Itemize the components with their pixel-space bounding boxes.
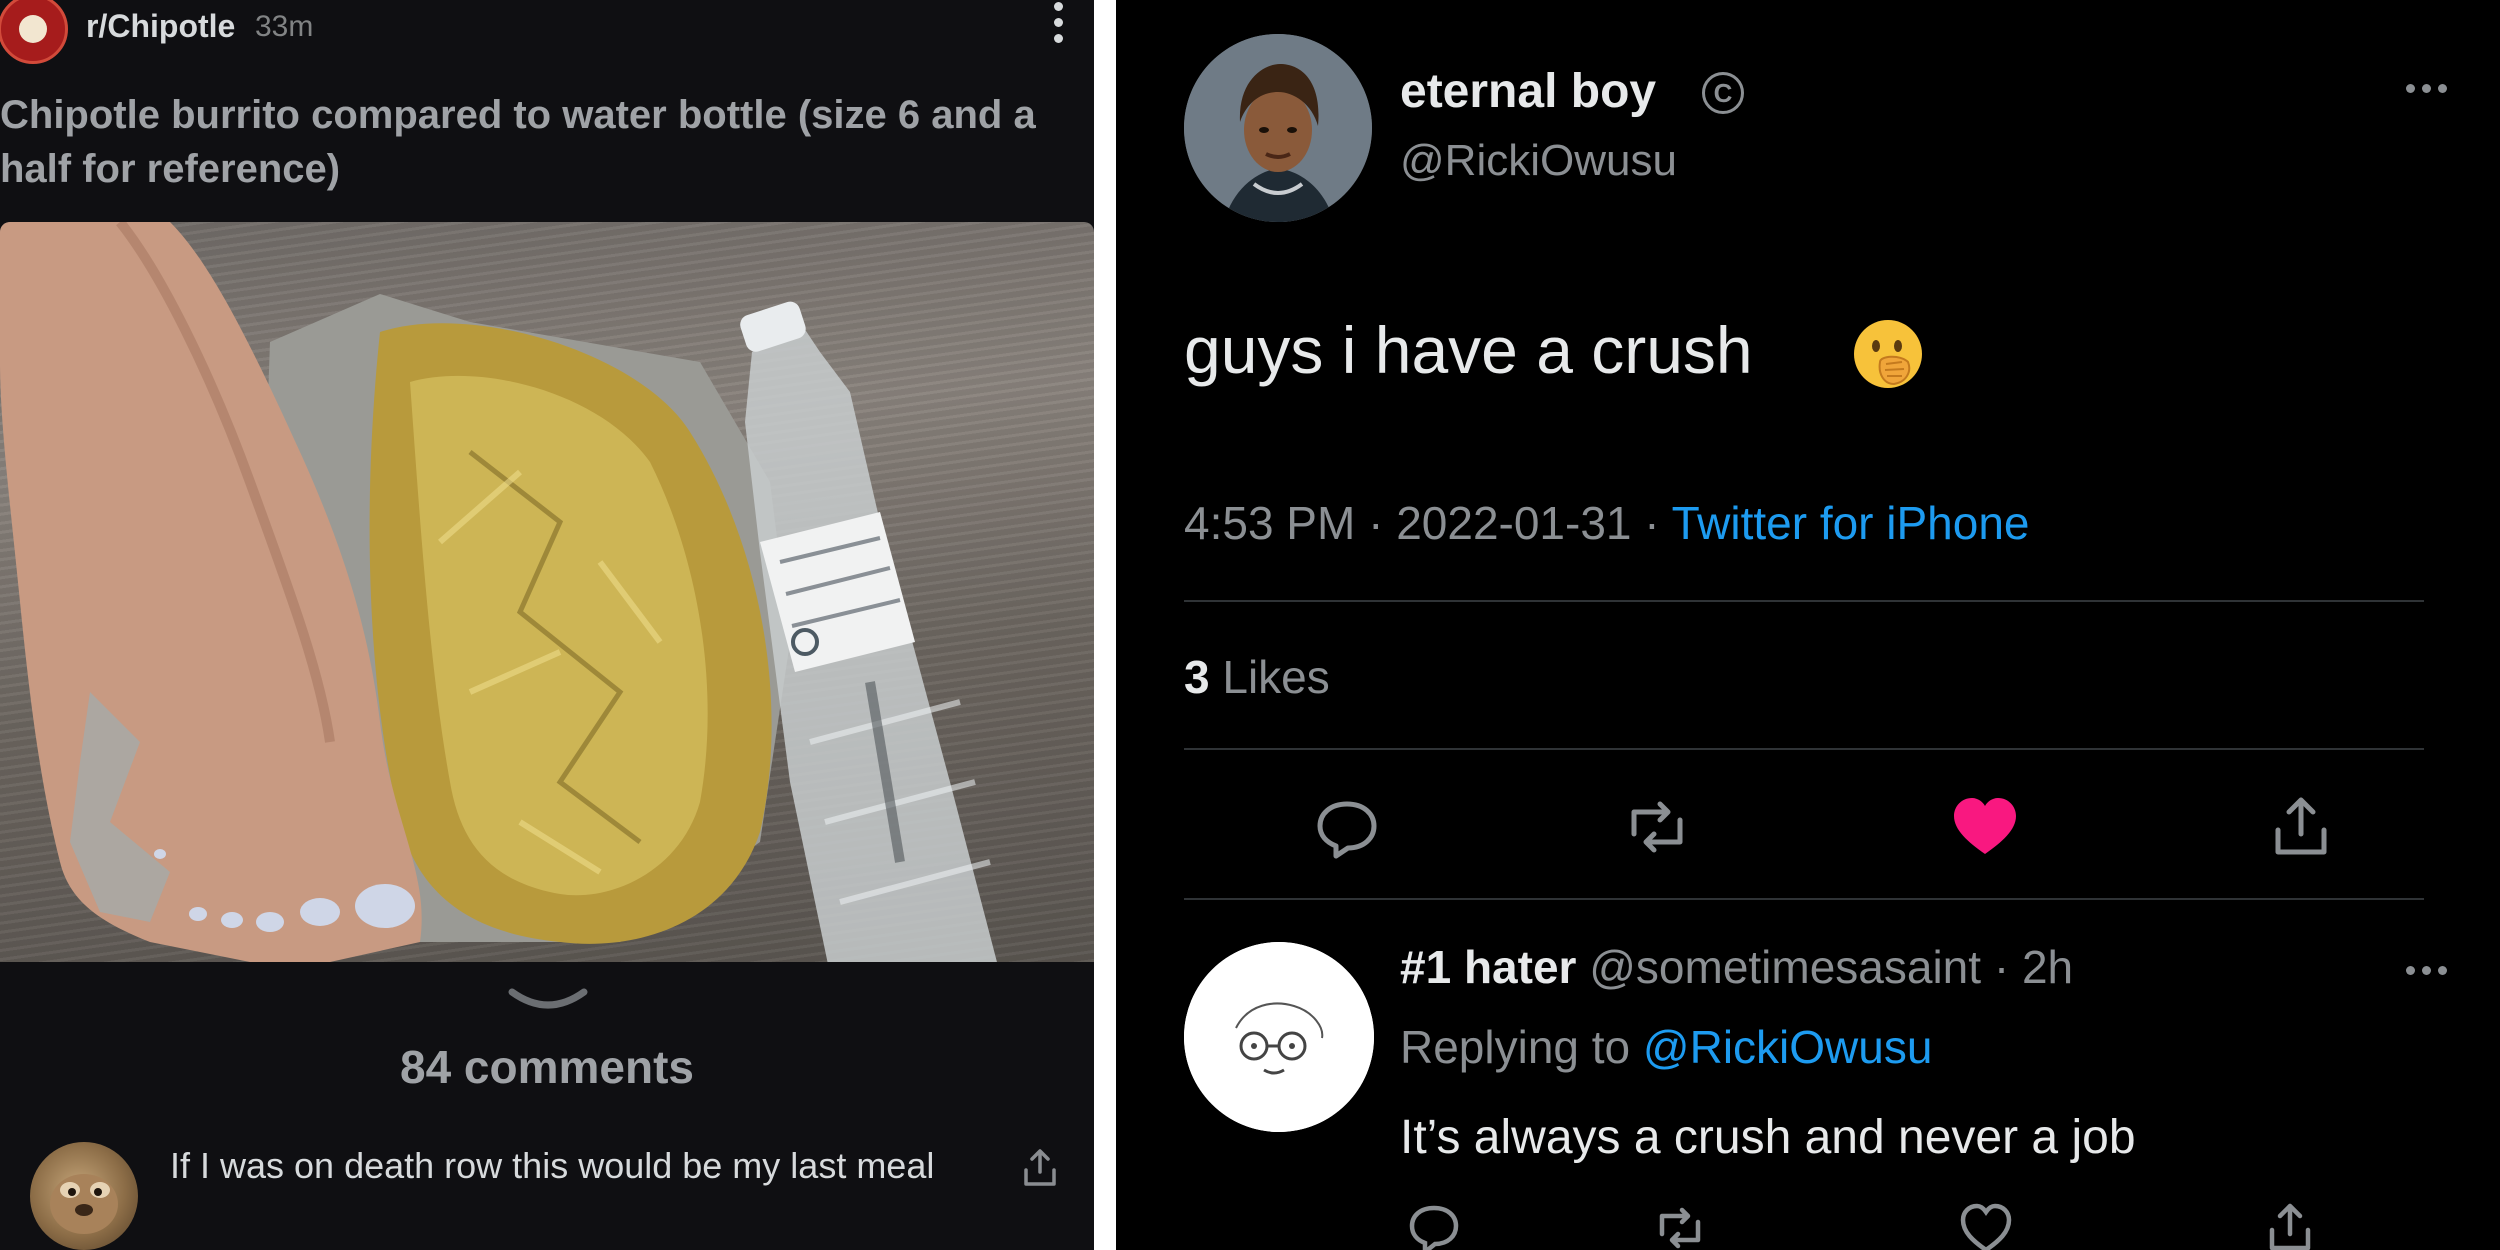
tweet-meta: 4:53 PM · 2022-01-31 · Twitter for iPhon… <box>1184 496 2030 550</box>
likes-label: Likes <box>1222 651 1330 703</box>
post-title[interactable]: Chipotle burrito compared to water bottl… <box>0 88 1094 196</box>
meta-separator: · <box>1993 941 2010 993</box>
reddit-post-panel: r/Chipotle 33m Chipotle burrito compared… <box>0 0 1094 1250</box>
divider <box>1184 600 2424 602</box>
tweet-panel: eternal boy C @RickiOwusu guys i have a … <box>1116 0 2500 1250</box>
author-name[interactable]: eternal boy <box>1400 64 1656 119</box>
subreddit-avatar[interactable] <box>0 0 68 64</box>
face-with-hand-over-mouth-emoji-icon <box>1854 320 1922 388</box>
reply-text: It’s always a crush and never a job <box>1400 1111 2136 1164</box>
post-age: 33m <box>255 10 314 43</box>
post-image[interactable] <box>0 222 1094 962</box>
likes-number: 3 <box>1184 651 1210 703</box>
reply-header: #1 hater @sometimesasaint · 2h <box>1400 940 2073 994</box>
meta-separator: · <box>1644 497 1672 549</box>
tweet-time: 4:53 PM <box>1184 497 1356 549</box>
replying-to: Replying to @RickiOwusu <box>1400 1020 1932 1074</box>
tweet-text: guys i have a crush <box>1184 313 1753 387</box>
likes-count[interactable]: 3 Likes <box>1184 650 1330 704</box>
chevron-down-icon[interactable] <box>508 988 588 1014</box>
subreddit-name[interactable]: r/Chipotle <box>86 8 235 45</box>
replying-prefix: Replying to <box>1400 1021 1631 1073</box>
more-options-icon[interactable] <box>2406 80 2458 100</box>
comment-text: If I was on death row this would be my l… <box>170 1145 935 1186</box>
commenter-avatar[interactable] <box>30 1142 138 1250</box>
divider <box>1184 748 2424 750</box>
author-handle[interactable]: @RickiOwusu <box>1400 136 1677 186</box>
reply-author-name[interactable]: #1 hater <box>1400 941 1576 993</box>
reply-author-handle[interactable]: @sometimesasaint <box>1589 941 1981 993</box>
like-heart-icon[interactable] <box>1958 1200 2014 1250</box>
replying-to-handle[interactable]: @RickiOwusu <box>1643 1021 1933 1073</box>
like-heart-icon[interactable] <box>1948 790 2022 864</box>
reply-age: 2h <box>2021 941 2074 993</box>
tweet-date[interactable]: 2022-01-31 <box>1396 497 1631 549</box>
retweet-icon[interactable] <box>1620 790 1694 864</box>
reply-author-avatar[interactable] <box>1184 942 1374 1132</box>
meta-separator: · <box>1368 497 1397 549</box>
share-icon[interactable] <box>2264 790 2338 864</box>
comments-count[interactable]: 84 comments <box>0 1040 1094 1094</box>
share-icon[interactable] <box>1020 1148 1060 1188</box>
share-icon[interactable] <box>2262 1200 2318 1250</box>
copyright-badge-icon: C <box>1702 72 1744 114</box>
more-options-icon[interactable] <box>1050 2 1066 52</box>
tweet-source[interactable]: Twitter for iPhone <box>1672 497 2030 549</box>
reply-icon[interactable] <box>1310 790 1384 864</box>
reply-icon[interactable] <box>1406 1200 1462 1250</box>
chipotle-logo-icon <box>19 15 47 43</box>
author-avatar[interactable] <box>1184 34 1372 222</box>
divider <box>1184 898 2424 900</box>
retweet-icon[interactable] <box>1652 1200 1708 1250</box>
reply-more-options-icon[interactable] <box>2406 962 2458 982</box>
